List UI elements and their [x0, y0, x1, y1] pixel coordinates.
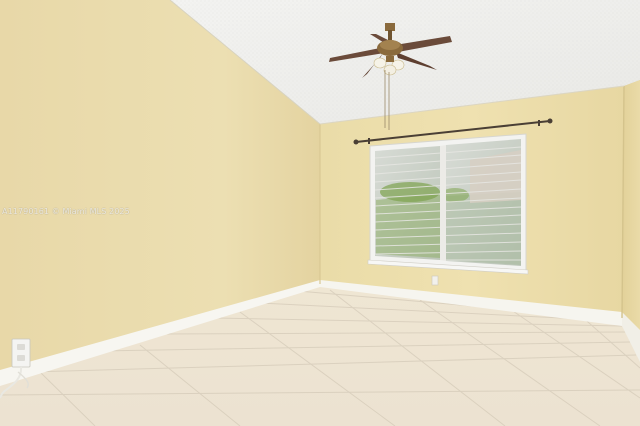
wall-outlet	[11, 338, 31, 368]
empty-room-photo: A11790161 © Miami MLS 2025	[0, 0, 640, 426]
listing-watermark: A11790161 © Miami MLS 2025	[2, 207, 130, 216]
window	[367, 133, 529, 275]
back-wall-outlet	[431, 275, 439, 286]
